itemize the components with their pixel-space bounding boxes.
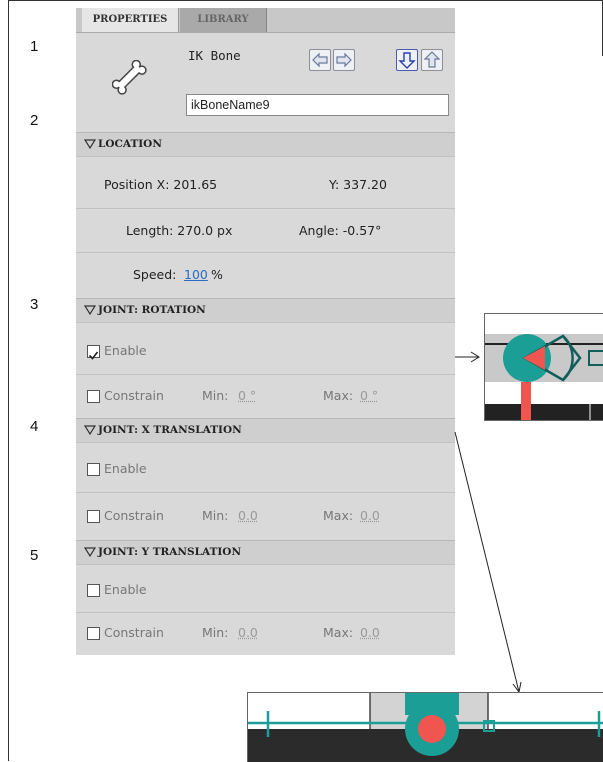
rotation-joint-graphic: [485, 314, 603, 420]
rotation-joint-inset: [484, 313, 603, 421]
translation-joint-inset: [247, 692, 603, 762]
translation-joint-graphic: [248, 693, 603, 762]
